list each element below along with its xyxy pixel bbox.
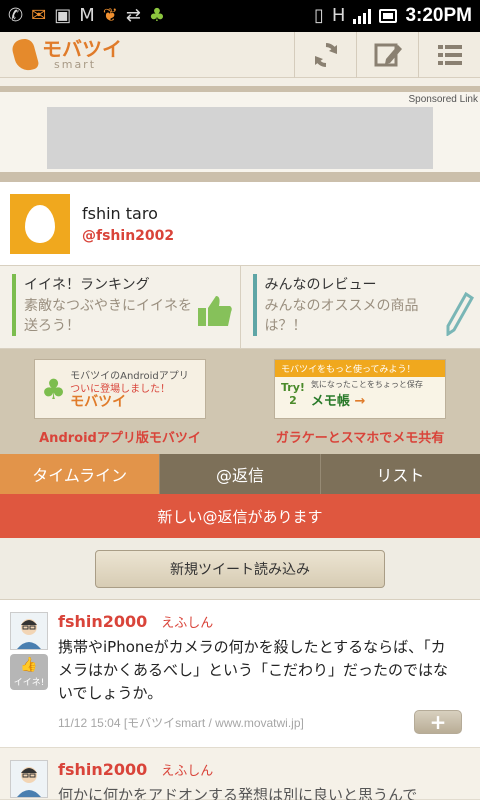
sponsored-label: Sponsored Link	[408, 94, 479, 105]
memo-banner-top: モバツイをもっと使ってみよう！	[275, 360, 445, 377]
status-bar: ✆ ✉ ▣ M ❦ ⇄ ♣ ▯ H 3:20PM	[0, 0, 480, 32]
avatar[interactable]	[10, 760, 48, 798]
promo-title: みんなのレビュー	[264, 277, 377, 293]
banner-caption: ガラケーとスマホでメモ共有	[275, 431, 445, 446]
tweet-item[interactable]: fshin2000 えふしん 何かに何かをアドオンする発想は別に良いと思うんで	[0, 748, 480, 800]
banner-android-app[interactable]: ♣ モバツイのAndroidアプリ ついに登場しました！ モバツイ Androi…	[0, 349, 240, 454]
tweet-text: 携帯やiPhoneがカメラの何かを殺したとするならば、「カメラはかくあるべし」と…	[58, 638, 449, 702]
thumbs-up-icon	[197, 296, 232, 326]
shopping-icon: ▣	[54, 5, 72, 26]
promo-accent-bar	[12, 274, 16, 336]
tweet-text: 何かに何かをアドオンする発想は別に良いと思うんで	[58, 786, 418, 800]
promo-accent-bar	[252, 274, 257, 336]
battery-icon	[379, 9, 398, 23]
promo-reviews[interactable]: みんなのレビュー みんなのオススメの商品は？！	[241, 266, 480, 348]
android-robot-icon: ♣	[41, 372, 67, 406]
profile-name: fshin taro	[82, 203, 158, 223]
arrow-right-icon: →	[354, 394, 366, 409]
tweet-user: fshin2000 えふしん	[58, 760, 213, 779]
network-type-icon: H	[331, 5, 346, 26]
refresh-button[interactable]	[294, 32, 356, 78]
user-portrait-icon	[17, 767, 41, 797]
profile-handle: @fshin2002	[82, 227, 175, 244]
ad-area: Sponsored Link	[0, 86, 480, 172]
avatar[interactable]	[10, 612, 48, 650]
android-banner-brand: モバツイ	[70, 393, 127, 410]
load-area: 新規ツイート読み込み	[0, 538, 480, 600]
tweet-action-button[interactable]: +	[414, 710, 462, 734]
clock: 3:20PM	[405, 5, 472, 26]
tweet-screen-name[interactable]: fshin2000	[58, 612, 147, 631]
tab-timeline[interactable]: タイムライン	[0, 454, 160, 494]
thumbs-up-icon: 👍	[20, 656, 38, 673]
tweet-screen-name[interactable]: fshin2000	[58, 760, 147, 779]
pencil-icon	[446, 292, 474, 336]
usb-icon: ⇄	[125, 5, 141, 26]
ad-banner[interactable]	[47, 107, 433, 169]
promo-section: イイネ！ランキング 素敵なつぶやきにイイネを送ろう！ みんなのレビュー みんなの…	[0, 265, 480, 349]
signal-icon	[353, 8, 372, 24]
promo-title: イイネ！ランキング	[24, 277, 150, 293]
tab-lists[interactable]: リスト	[319, 454, 480, 494]
banner-caption: Androidアプリ版モバツイ	[39, 431, 201, 446]
tweet-display-name: えふしん	[161, 616, 214, 631]
missed-call-icon: ✆	[8, 5, 24, 26]
android-debug-icon: ♣	[148, 5, 166, 26]
banner-memo-share[interactable]: モバツイをもっと使ってみよう！ Try! 2 気になったことをちょっと保存 メモ…	[240, 349, 480, 454]
promo-description: 素敵なつぶやきにイイネを送ろう！	[24, 298, 192, 334]
app-banners: ♣ モバツイのAndroidアプリ ついに登場しました！ モバツイ Androi…	[0, 349, 480, 454]
load-new-tweets-button[interactable]: 新規ツイート読み込み	[95, 549, 385, 588]
menu-icon	[437, 45, 462, 65]
android-banner-line1: モバツイのAndroidアプリ	[70, 370, 189, 382]
avatar	[10, 193, 70, 254]
refresh-icon	[314, 43, 337, 67]
tab-replies[interactable]: @返信	[159, 454, 320, 494]
like-label: イイネ!	[13, 677, 45, 688]
divider	[0, 172, 480, 182]
logo-subtitle: smart	[54, 58, 97, 71]
tweet-meta: 11/12 15:04 [モバツイsmart / www.movatwi.jp]	[58, 716, 304, 730]
memo-banner-desc: 気になったことをちょっと保存	[310, 380, 423, 389]
app-header: モバツイ smart	[0, 32, 480, 78]
app-logo[interactable]: モバツイ smart	[0, 32, 294, 77]
timeline-tabs: タイムライン @返信 リスト	[0, 454, 480, 494]
user-portrait-icon	[17, 619, 41, 649]
new-replies-notice[interactable]: 新しい@返信があります	[0, 494, 480, 538]
egg-icon	[25, 204, 55, 243]
promo-description: みんなのオススメの商品は？！	[264, 298, 419, 334]
compose-button[interactable]	[356, 32, 418, 78]
tweet-item[interactable]: 👍 イイネ! fshin2000 えふしん 携帯やiPhoneがカメラの何かを殺し…	[0, 600, 480, 748]
footprint-icon: ❦	[102, 5, 118, 26]
profile-card[interactable]: fshin taro @fshin2002	[0, 182, 480, 265]
gmail-icon: M	[79, 5, 95, 26]
memo-banner-image: モバツイをもっと使ってみよう！ Try! 2 気になったことをちょっと保存 メモ…	[274, 359, 446, 419]
memo-banner-title: メモ帳 →	[310, 394, 366, 409]
promo-like-ranking[interactable]: イイネ！ランキング 素敵なつぶやきにイイネを送ろう！	[0, 266, 241, 348]
memo-banner-number: 2	[289, 394, 297, 407]
logo-title: モバツイ	[42, 37, 122, 61]
android-app-banner-image: ♣ モバツイのAndroidアプリ ついに登場しました！ モバツイ	[34, 359, 206, 419]
twitter-icon: ✉	[31, 5, 47, 26]
menu-button[interactable]	[418, 32, 480, 78]
like-button[interactable]: 👍 イイネ!	[10, 654, 48, 690]
compose-icon	[374, 43, 402, 67]
memo-banner-try: Try!	[281, 381, 305, 394]
vibrate-icon: ▯	[314, 5, 324, 26]
tweet-display-name: えふしん	[161, 764, 214, 779]
logo-foot-icon	[10, 36, 40, 73]
tweet-user: fshin2000 えふしん	[58, 612, 213, 631]
